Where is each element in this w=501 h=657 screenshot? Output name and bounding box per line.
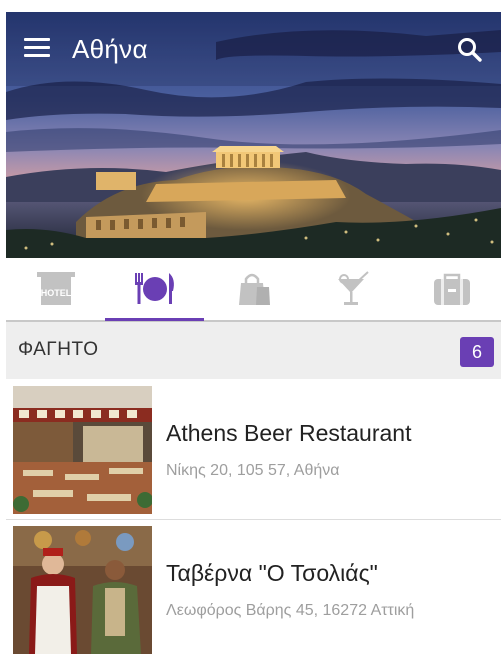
- menu-button[interactable]: [24, 38, 52, 60]
- beer-restaurant-photo: [13, 386, 152, 514]
- restaurant-name: Athens Beer Restaurant: [166, 420, 412, 446]
- tab-nightlife[interactable]: [303, 258, 402, 320]
- luggage-icon: [434, 273, 470, 305]
- hero-image-acropolis: Αθήνα: [6, 12, 501, 258]
- restaurant-name: Ταβέρνα "Ο Τσολιάς": [166, 560, 378, 586]
- restaurant-address: Νίκης 20, 105 57, Αθήνα: [166, 462, 340, 479]
- section-title: ΦΑΓΗΤΟ: [18, 339, 99, 360]
- category-tabs: HOTEL: [6, 258, 501, 322]
- svg-text:HOTEL: HOTEL: [41, 288, 72, 298]
- restaurant-thumbnail: [13, 526, 152, 654]
- cocktail-icon: [338, 271, 369, 305]
- restaurant-icon: [135, 273, 174, 304]
- list-item[interactable]: Athens Beer Restaurant Νίκης 20, 105 57,…: [6, 380, 501, 518]
- shopping-bag-icon: [239, 273, 270, 305]
- tab-travel[interactable]: [402, 258, 501, 320]
- tab-food[interactable]: [105, 258, 204, 321]
- app-screen: Αθήνα HOTEL ΦΑΓΗΤΟ 6 Athens Beer Restaur…: [6, 12, 501, 657]
- search-button[interactable]: [456, 36, 484, 64]
- section-header-food: ΦΑΓΗΤΟ 6: [6, 322, 501, 379]
- hotel-icon: HOTEL: [37, 272, 75, 305]
- restaurant-address: Λεωφόρος Βάρης 45, 16272 Αττική: [166, 602, 415, 619]
- count-badge: 6: [460, 337, 494, 367]
- tab-hotel[interactable]: HOTEL: [6, 258, 105, 320]
- page-title: Αθήνα: [72, 34, 148, 64]
- app-bar: Αθήνα: [6, 12, 501, 86]
- restaurant-thumbnail: [13, 386, 152, 514]
- search-icon: [458, 38, 482, 62]
- taverna-photo: [13, 526, 152, 654]
- tab-shopping[interactable]: [204, 258, 303, 320]
- menu-icon: [24, 38, 50, 41]
- list-item[interactable]: Ταβέρνα "Ο Τσολιάς" Λεωφόρος Βάρης 45, 1…: [6, 520, 501, 657]
